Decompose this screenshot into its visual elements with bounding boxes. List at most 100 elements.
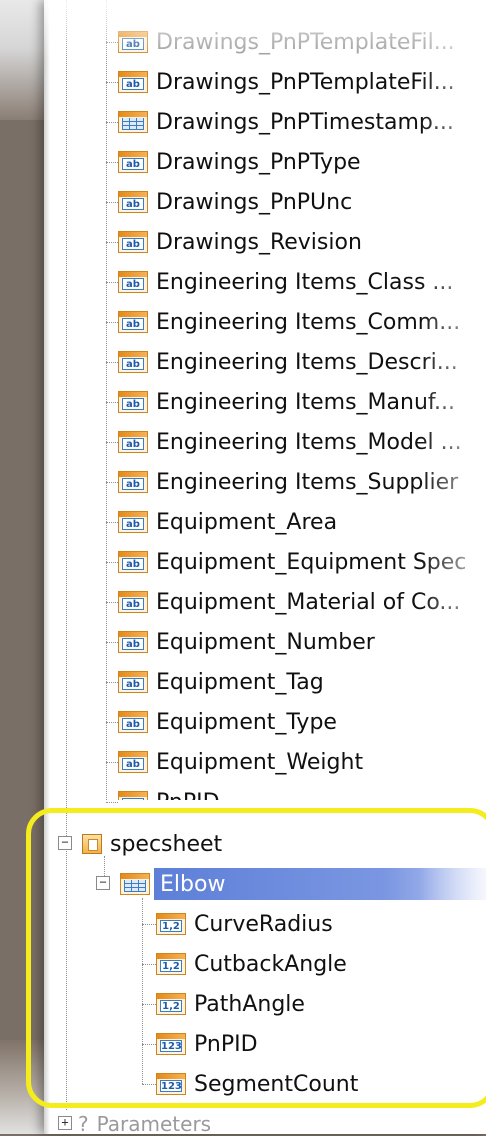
tree-line <box>142 924 156 925</box>
tree-line <box>106 82 118 83</box>
tree-item-label: Engineering Items_Supplier <box>156 469 459 495</box>
tree-item-label: Drawings_Revision <box>156 229 362 255</box>
tree-item-label: Engineering Items_Class ... <box>156 269 454 295</box>
elbow-expander[interactable]: − <box>96 876 110 890</box>
icon-tag: ab <box>122 238 144 250</box>
tree-node-label: specsheet <box>110 831 223 857</box>
icon-tag: ab <box>122 598 144 610</box>
tree-item-field[interactable]: ab Equipment_Equipment Spec <box>118 546 466 578</box>
icon-tag: ab <box>122 438 144 450</box>
tree-item-label: Engineering Items_Comm... <box>156 309 461 335</box>
parameters-tag: ? <box>78 1112 89 1136</box>
tree-line <box>106 642 118 643</box>
tree-item-label: Engineering Items_Manuf... <box>156 389 456 415</box>
tree-line <box>142 898 143 1084</box>
tree-line <box>66 0 67 1110</box>
tree-item-label: Drawings_PnPTemplateFil... <box>156 29 455 55</box>
tree-item-field[interactable]: ab Equipment_Area <box>118 506 337 538</box>
tree-item-label: PathAngle <box>194 991 305 1017</box>
tree-item-label: Engineering Items_Model ... <box>156 429 462 455</box>
tree-item-field[interactable]: ab Engineering Items_Comm... <box>118 306 460 338</box>
icon-tag: ab <box>122 558 144 570</box>
decimal-field-icon: 1,2 <box>156 953 186 975</box>
icon-tag <box>122 118 144 130</box>
tree-line <box>106 242 118 243</box>
icon-tag: ab <box>122 198 144 210</box>
tree-line <box>106 322 118 323</box>
integer-field-icon: 123 <box>156 1033 186 1055</box>
tree-line <box>106 802 118 803</box>
tree-item-field[interactable]: 1,2 CurveRadius <box>156 908 333 940</box>
icon-tag: ab <box>122 78 144 90</box>
tree-item-field[interactable]: ab Engineering Items_Class ... <box>118 266 453 298</box>
tree-item-field[interactable]: ab Engineering Items_Manuf... <box>118 386 455 418</box>
tree-item-field[interactable]: ab Drawings_PnPTemplateFil... <box>118 26 455 58</box>
icon-tag: ab <box>122 478 144 490</box>
text-field-icon: ab <box>118 351 148 373</box>
tree-item-field[interactable]: ab Drawings_PnPType <box>118 146 361 178</box>
tree-item-label: Equipment_Material of Co... <box>156 589 461 615</box>
tree-item-field[interactable]: ab Drawings_Revision <box>118 226 362 258</box>
tree-item-field[interactable]: ab Equipment_Weight <box>118 746 363 778</box>
text-field-icon: ab <box>118 671 148 693</box>
table-field-icon <box>118 111 148 133</box>
tree-line <box>106 282 118 283</box>
text-field-icon: ab <box>118 391 148 413</box>
icon-tag: 1,2 <box>160 920 182 932</box>
text-field-icon: ab <box>118 511 148 533</box>
table-icon <box>120 873 150 895</box>
tree-item-field[interactable]: ab Drawings_PnPUnc <box>118 186 352 218</box>
tree-item-label: Engineering Items_Descri... <box>156 349 458 375</box>
tree-item-label: CurveRadius <box>194 911 333 937</box>
icon-tag: ab <box>122 638 144 650</box>
icon-tag: ab <box>122 278 144 290</box>
specsheet-expander[interactable]: − <box>58 836 72 850</box>
tree-line <box>142 1044 156 1045</box>
tree-node-parameters[interactable]: ? Parameters <box>58 1112 211 1136</box>
icon-tag: ab <box>122 158 144 170</box>
decimal-field-icon: 1,2 <box>156 913 186 935</box>
tree-item-label: Drawings_PnPTemplateFil... <box>156 69 455 95</box>
text-field-icon: ab <box>118 751 148 773</box>
tree-item-field[interactable]: 123 SegmentCount <box>156 1068 358 1100</box>
tree-item-field[interactable]: ab Equipment_Tag <box>118 666 324 698</box>
tree-item-field[interactable]: ab Engineering Items_Model ... <box>118 426 462 458</box>
text-field-icon: ab <box>118 31 148 53</box>
text-field-icon: ab <box>118 311 148 333</box>
tree-item-label: PnPID <box>194 1031 258 1057</box>
tree-item-label: Equipment_Area <box>156 509 338 535</box>
tree-line <box>106 362 118 363</box>
tree-item-label: Equipment_Tag <box>156 669 324 695</box>
tree-item-field[interactable]: ab Engineering Items_Descri... <box>118 346 458 378</box>
tree-item-field[interactable]: ab Equipment_Type <box>118 706 337 738</box>
tree-line <box>106 722 118 723</box>
tree-item-field[interactable]: ab Equipment_Number <box>118 626 375 658</box>
tree-item-field[interactable]: Drawings_PnPTimestamp... <box>118 106 454 138</box>
panel-border <box>44 0 50 1134</box>
tree-node-label: Elbow <box>160 871 226 897</box>
tree-item-field[interactable]: 123 PnPID <box>156 1028 258 1060</box>
tree-item-label: Equipment_Weight <box>156 749 364 775</box>
tree-node-label: Parameters <box>96 1112 212 1136</box>
icon-tag: ab <box>122 358 144 370</box>
tree-item-label: Drawings_PnPType <box>156 149 361 175</box>
tree-line <box>142 964 156 965</box>
tree-item-field[interactable]: ab Drawings_PnPTemplateFil... <box>118 66 455 98</box>
tree-item-field[interactable]: ab Engineering Items_Supplier <box>118 466 458 498</box>
tree-line <box>104 856 105 876</box>
tree-node-elbow[interactable] <box>120 868 158 900</box>
schema-icon <box>82 834 102 854</box>
tree-line <box>142 1084 156 1085</box>
icon-tag: ab <box>122 678 144 690</box>
tree-node-elbow-selected[interactable]: Elbow <box>154 868 486 900</box>
icon-tag: 123 <box>160 1080 182 1092</box>
tree-item-field[interactable]: ab Equipment_Material of Co... <box>118 586 460 618</box>
text-field-icon: ab <box>118 591 148 613</box>
tree-line <box>106 522 118 523</box>
decimal-field-icon: 1,2 <box>156 993 186 1015</box>
tree-item-field[interactable]: 1,2 PathAngle <box>156 988 305 1020</box>
tree-line <box>142 1004 156 1005</box>
icon-tag: ab <box>122 518 144 530</box>
icon-tag: ab <box>122 718 144 730</box>
tree-item-field[interactable]: 1,2 CutbackAngle <box>156 948 347 980</box>
